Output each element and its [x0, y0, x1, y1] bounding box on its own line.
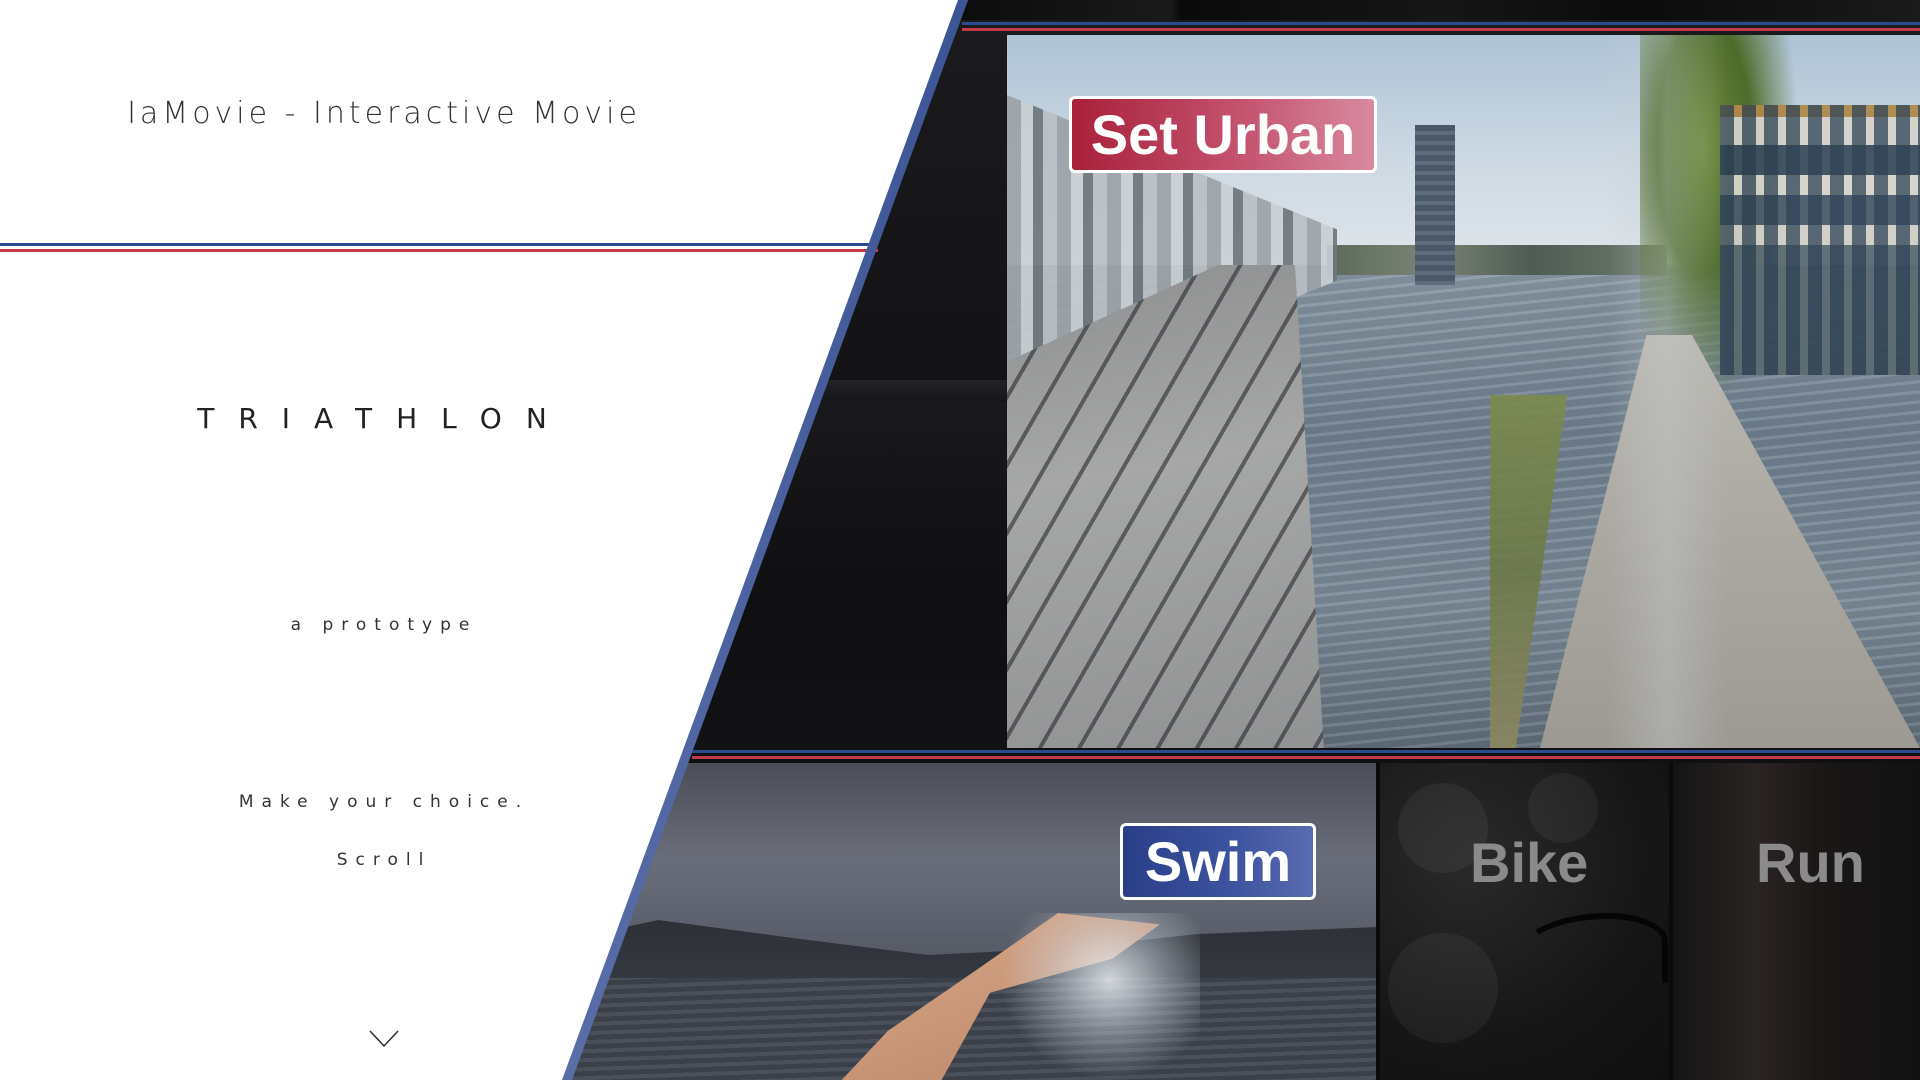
- page-title: IaMovie - Interactive Movie: [127, 96, 641, 131]
- set-urban-button[interactable]: Set Urban: [1069, 96, 1377, 173]
- middle-stripe: [692, 750, 1920, 759]
- image-blend: [1607, 35, 1727, 748]
- swim-button[interactable]: Swim: [1120, 823, 1316, 900]
- header-stripe: [0, 243, 878, 252]
- run-button[interactable]: Run: [1756, 830, 1865, 895]
- chevron-down-icon[interactable]: [369, 1030, 399, 1048]
- hero-tagline: a prototype: [290, 615, 478, 635]
- urban-tower: [1415, 125, 1455, 285]
- bike-handlebar: [1518, 913, 1668, 983]
- top-image-strip: [960, 0, 1920, 20]
- scroll-hint: Scroll: [336, 850, 432, 870]
- media-area: [566, 0, 1920, 1080]
- bokeh-light: [1388, 933, 1498, 1043]
- panel-divider: [1669, 763, 1673, 1080]
- top-stripe: [962, 22, 1920, 31]
- water-splash: [1000, 913, 1200, 1080]
- choice-instruction: Make your choice.: [238, 792, 530, 812]
- bike-scene-image[interactable]: [1378, 763, 1671, 1080]
- bike-button[interactable]: Bike: [1470, 830, 1588, 895]
- urban-building: [1720, 105, 1920, 375]
- hero-heading: TRIATHLON: [197, 402, 571, 435]
- swim-hills: [566, 920, 1378, 983]
- dark-lake-image: [680, 380, 1010, 750]
- panel-divider: [1376, 763, 1380, 1080]
- run-scene-image[interactable]: [1671, 763, 1920, 1080]
